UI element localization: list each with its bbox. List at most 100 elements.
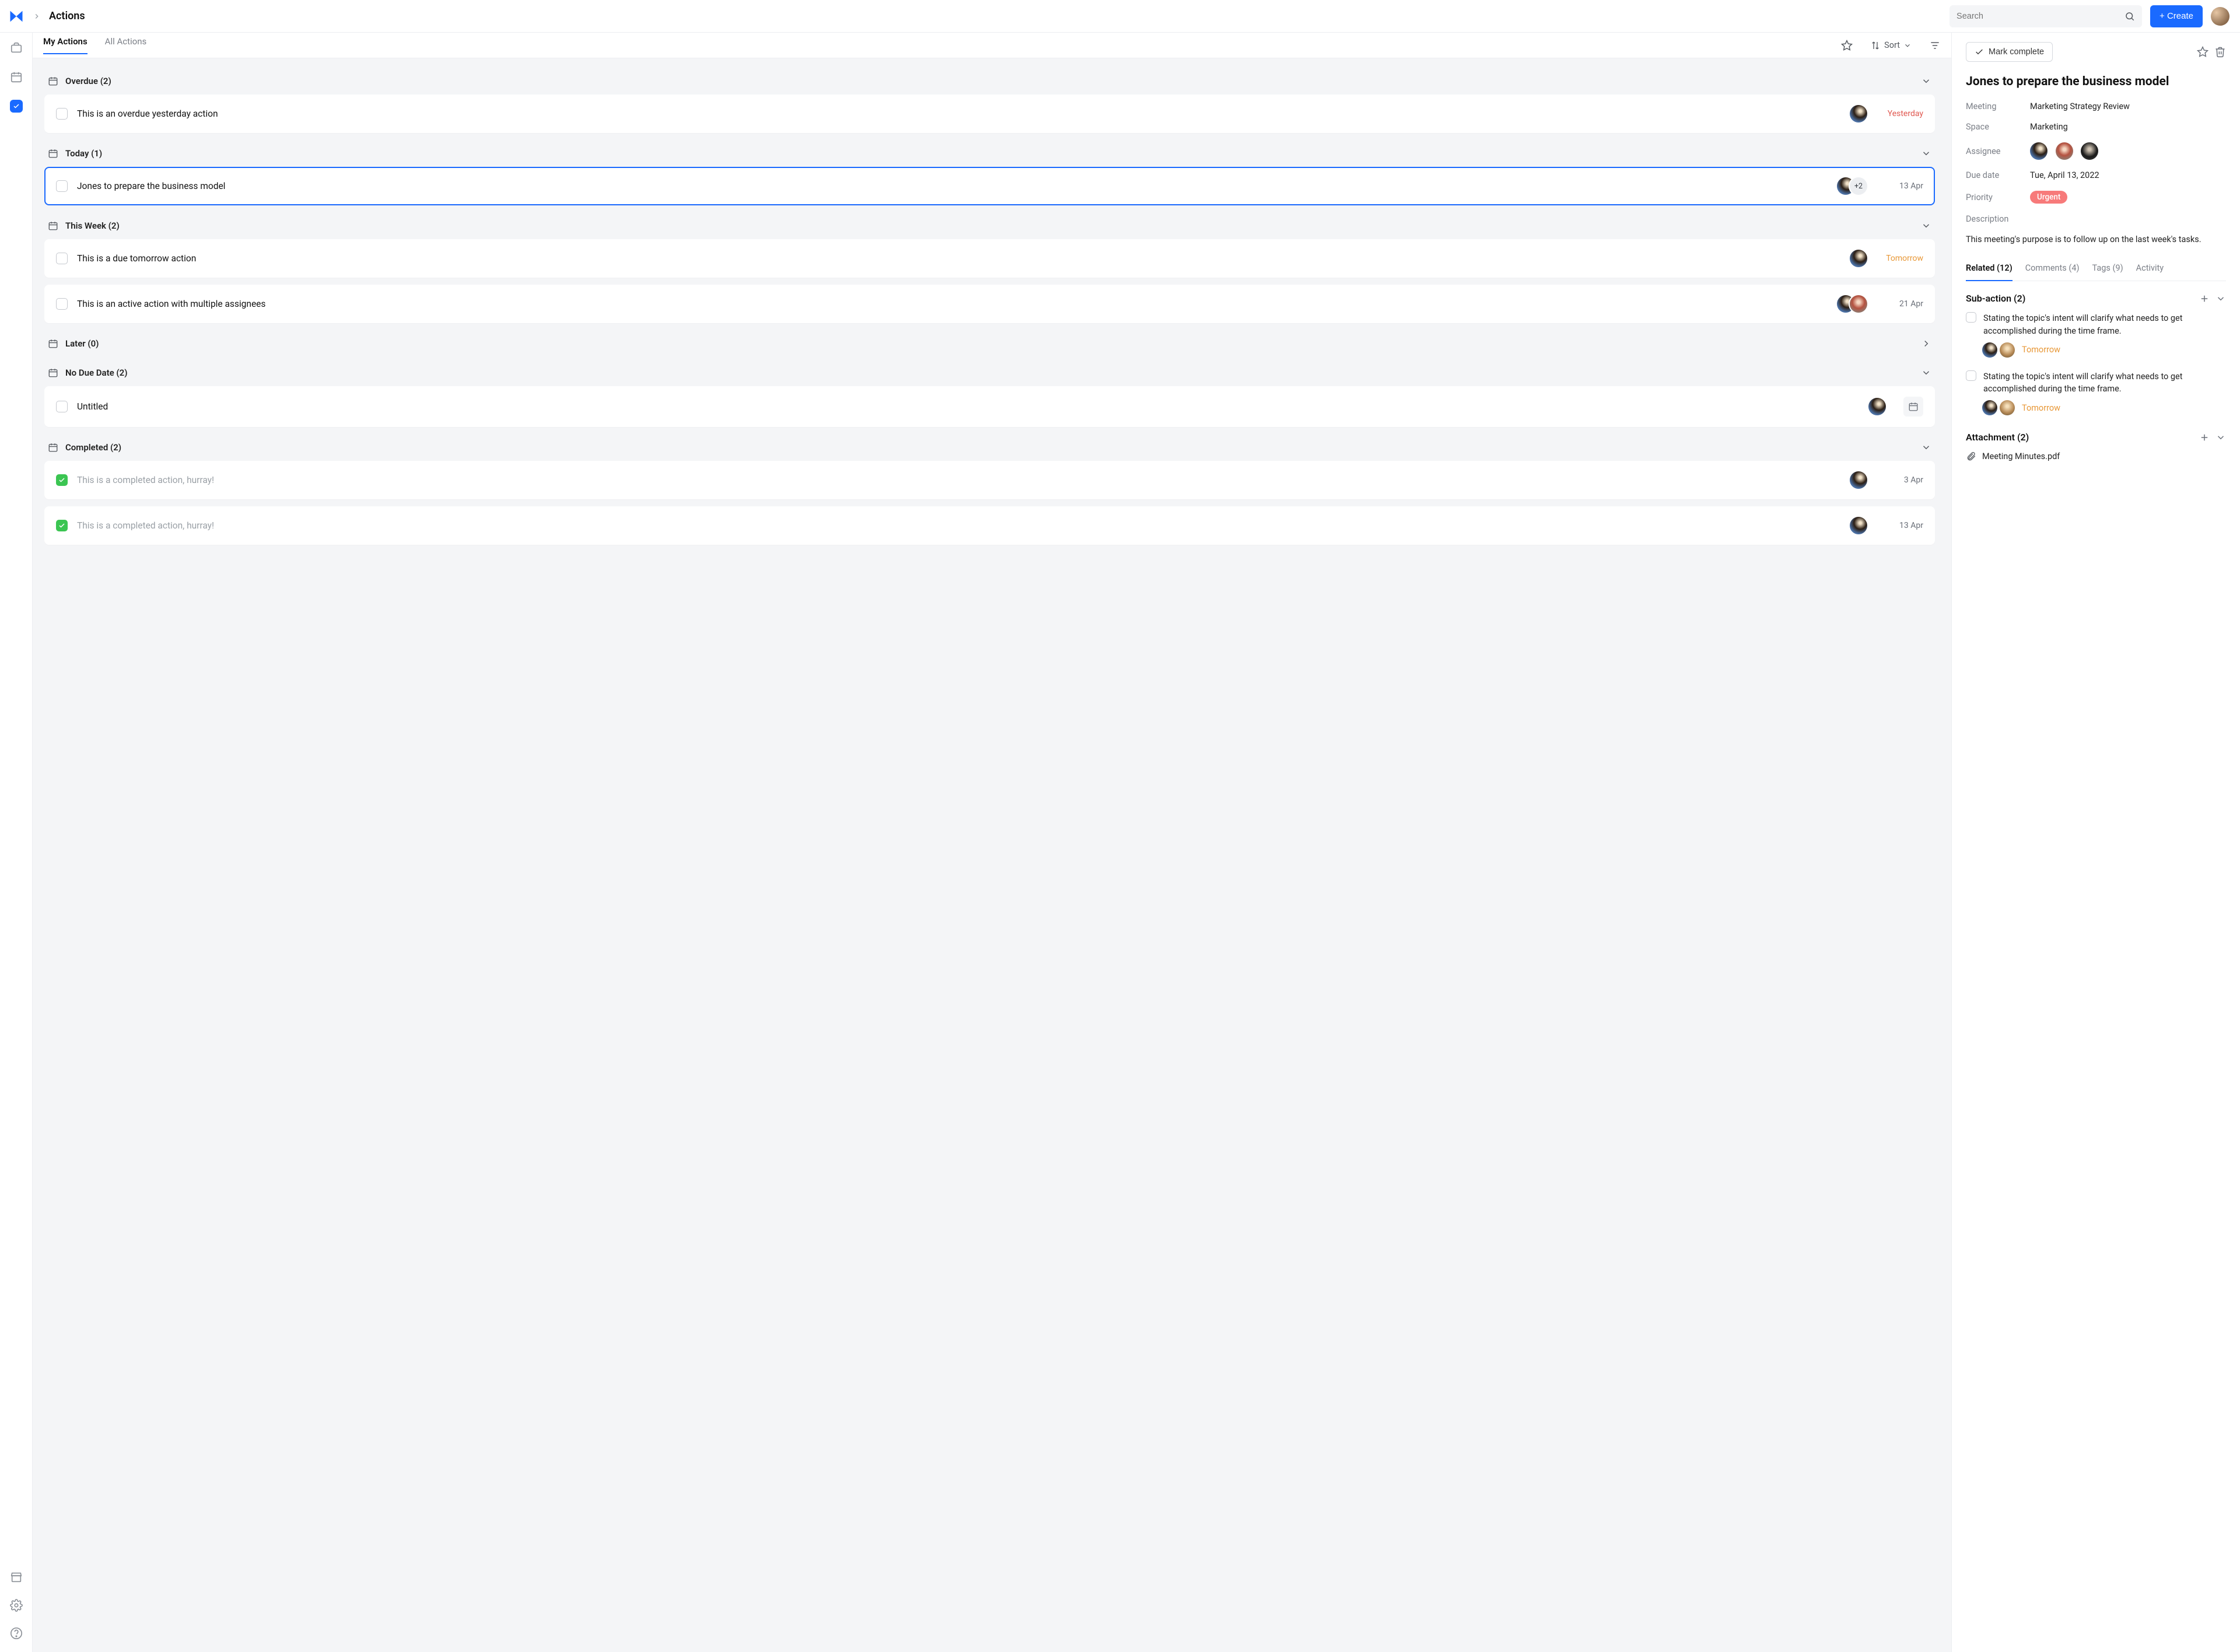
store-icon[interactable] <box>9 1570 23 1584</box>
meta-label-description: Description <box>1966 214 2030 224</box>
subtab-comments[interactable]: Comments (4) <box>2025 260 2080 281</box>
checkbox[interactable] <box>56 401 68 412</box>
calendar-icon <box>48 76 58 86</box>
help-icon[interactable] <box>9 1626 23 1640</box>
subaction-item[interactable]: Stating the topic's intent will clarify … <box>1966 370 2226 396</box>
checkbox[interactable] <box>56 180 68 192</box>
actions-nav-icon[interactable] <box>9 99 23 113</box>
chevron-down-icon <box>1921 148 1931 159</box>
priority-badge: Urgent <box>2030 191 2067 204</box>
avatar[interactable] <box>2030 142 2048 160</box>
group-header-this-week[interactable]: This Week (2) <box>44 212 1935 239</box>
mark-complete-button[interactable]: Mark complete <box>1966 42 2053 62</box>
group-header-completed[interactable]: Completed (2) <box>44 434 1935 461</box>
chevron-down-icon[interactable] <box>2216 432 2226 443</box>
add-subaction-icon[interactable] <box>2199 293 2210 304</box>
action-title: Untitled <box>77 401 1859 412</box>
action-title: This is a completed action, hurray! <box>77 475 1840 485</box>
subaction-text: Stating the topic's intent will clarify … <box>1983 312 2226 338</box>
checkbox[interactable] <box>56 298 68 310</box>
avatar[interactable] <box>1850 295 1867 313</box>
action-title: Jones to prepare the business model <box>77 181 1828 191</box>
avatar[interactable] <box>2081 142 2098 160</box>
tab-my-actions[interactable]: My Actions <box>43 36 88 54</box>
search-input[interactable] <box>1957 12 2119 21</box>
group-header-today[interactable]: Today (1) <box>44 140 1935 167</box>
avatar[interactable] <box>2056 142 2073 160</box>
group-later: Later (0) <box>44 330 1935 357</box>
calendar-icon[interactable] <box>9 70 23 84</box>
assignees: +2 <box>1837 177 1867 195</box>
favorite-icon[interactable] <box>2197 46 2208 58</box>
settings-icon[interactable] <box>9 1598 23 1612</box>
meta-value-priority[interactable]: Urgent <box>2030 191 2226 204</box>
attachment-item[interactable]: Meeting Minutes.pdf <box>1966 451 2226 461</box>
check-icon <box>1975 47 1984 57</box>
group-title: This Week (2) <box>65 220 120 231</box>
group-header-later[interactable]: Later (0) <box>44 330 1935 357</box>
checkbox[interactable] <box>56 253 68 264</box>
group-today: Today (1) Jones to prepare the business … <box>44 140 1935 205</box>
search-box[interactable] <box>1950 5 2142 27</box>
avatar[interactable] <box>2000 342 2015 358</box>
action-card[interactable]: Jones to prepare the business model +2 1… <box>44 167 1935 205</box>
paperclip-icon <box>1966 451 1976 461</box>
checkbox[interactable] <box>1966 370 1976 381</box>
checkbox-checked[interactable] <box>56 520 68 531</box>
avatar[interactable] <box>1850 105 1867 123</box>
avatar[interactable] <box>1850 250 1867 267</box>
subaction-item[interactable]: Stating the topic's intent will clarify … <box>1966 312 2226 338</box>
calendar-icon <box>48 220 58 231</box>
avatar[interactable] <box>1850 517 1867 534</box>
briefcase-icon[interactable] <box>9 41 23 55</box>
favorite-icon[interactable] <box>1841 40 1853 51</box>
chevron-down-icon[interactable] <box>2216 293 2226 304</box>
group-no-due: No Due Date (2) Untitled <box>44 359 1935 427</box>
detail-subtabs: Related (12) Comments (4) Tags (9) Activ… <box>1966 260 2226 281</box>
action-card[interactable]: This is a completed action, hurray! 13 A… <box>44 506 1935 545</box>
checkbox[interactable] <box>1966 312 1976 323</box>
avatar[interactable] <box>1982 342 1997 358</box>
group-title: Completed (2) <box>65 442 121 453</box>
avatar[interactable] <box>1868 398 1886 415</box>
group-overdue: Overdue (2) This is an overdue yesterday… <box>44 68 1935 133</box>
app-logo[interactable] <box>8 8 24 24</box>
action-card[interactable]: This is an active action with multiple a… <box>44 285 1935 323</box>
create-button[interactable]: + Create <box>2150 5 2203 27</box>
page-title: Actions <box>49 10 85 22</box>
due-date: 21 Apr <box>1877 299 1923 309</box>
meta-value-assignee[interactable] <box>2030 142 2226 160</box>
subaction-due: Tomorrow <box>2022 345 2060 355</box>
due-date: 3 Apr <box>1877 475 1923 485</box>
checkbox[interactable] <box>56 108 68 120</box>
checkbox-checked[interactable] <box>56 474 68 486</box>
subtab-related[interactable]: Related (12) <box>1966 260 2013 281</box>
subtab-activity[interactable]: Activity <box>2136 260 2164 281</box>
avatar[interactable] <box>1850 471 1867 489</box>
assignees <box>1850 105 1867 123</box>
action-title: This is an active action with multiple a… <box>77 299 1828 309</box>
meta-value-meeting[interactable]: Marketing Strategy Review <box>2030 102 2226 111</box>
avatar[interactable] <box>1982 400 1997 415</box>
subtab-tags[interactable]: Tags (9) <box>2092 260 2123 281</box>
action-card[interactable]: This is an overdue yesterday action Yest… <box>44 94 1935 133</box>
tab-all-actions[interactable]: All Actions <box>105 36 147 54</box>
group-header-no-due[interactable]: No Due Date (2) <box>44 359 1935 386</box>
delete-icon[interactable] <box>2214 46 2226 58</box>
action-card[interactable]: This is a due tomorrow action Tomorrow <box>44 239 1935 278</box>
action-card[interactable]: Untitled <box>44 386 1935 427</box>
assignee-count[interactable]: +2 <box>1850 177 1867 195</box>
filter-icon[interactable] <box>1929 40 1941 51</box>
add-attachment-icon[interactable] <box>2199 432 2210 443</box>
chevron-down-icon <box>1921 76 1931 86</box>
meta-value-space[interactable]: Marketing <box>2030 122 2226 132</box>
group-header-overdue[interactable]: Overdue (2) <box>44 68 1935 94</box>
set-due-date-button[interactable] <box>1903 397 1923 416</box>
meta-label-priority: Priority <box>1966 192 2030 202</box>
meta-value-due-date[interactable]: Tue, April 13, 2022 <box>2030 170 2226 180</box>
avatar[interactable] <box>2000 400 2015 415</box>
group-this-week: This Week (2) This is a due tomorrow act… <box>44 212 1935 323</box>
sort-button[interactable]: Sort <box>1870 40 1912 51</box>
user-avatar[interactable] <box>2211 7 2230 26</box>
action-card[interactable]: This is a completed action, hurray! 3 Ap… <box>44 461 1935 499</box>
